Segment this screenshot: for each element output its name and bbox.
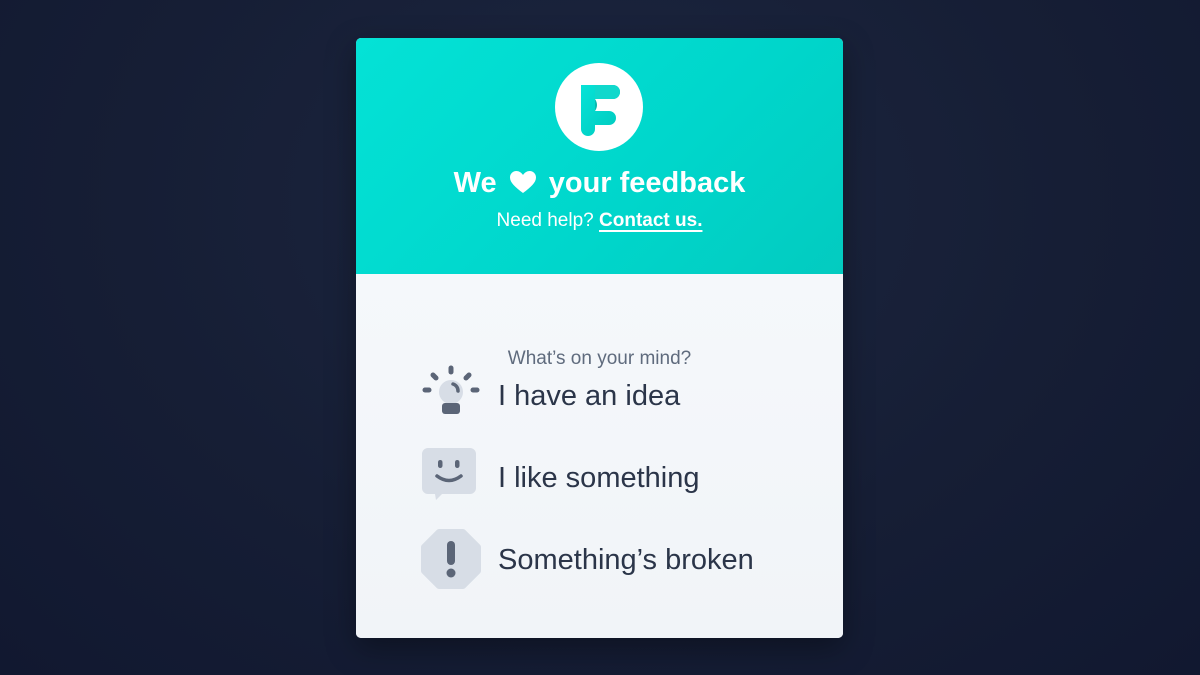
card-body: What’s on your mind? I have an idea I li…: [356, 274, 843, 638]
option-broken[interactable]: Something’s broken: [420, 528, 800, 590]
option-like[interactable]: I like something: [420, 446, 800, 508]
brand-f-logo-icon: [555, 63, 643, 151]
option-like-label: I like something: [498, 462, 700, 494]
feedback-card: We your feedback Need help? Contact us. …: [356, 38, 843, 638]
option-idea-label: I have an idea: [498, 380, 681, 412]
exclamation-octagon-icon: [421, 529, 481, 589]
headline-text-after: your feedback: [548, 167, 746, 199]
option-idea[interactable]: I have an idea: [420, 364, 800, 426]
help-text: Need help?: [496, 210, 594, 231]
card-header: We your feedback Need help? Contact us.: [356, 38, 843, 274]
contact-us-link[interactable]: Contact us.: [599, 210, 702, 231]
headline-text-before: We: [453, 167, 497, 199]
page-title: We your feedback: [356, 165, 843, 201]
smiley-chat-icon: [422, 448, 476, 500]
help-line: Need help? Contact us.: [356, 208, 843, 234]
option-broken-label: Something’s broken: [498, 544, 754, 576]
lightbulb-icon: [422, 365, 480, 414]
heart-icon: [509, 171, 536, 193]
